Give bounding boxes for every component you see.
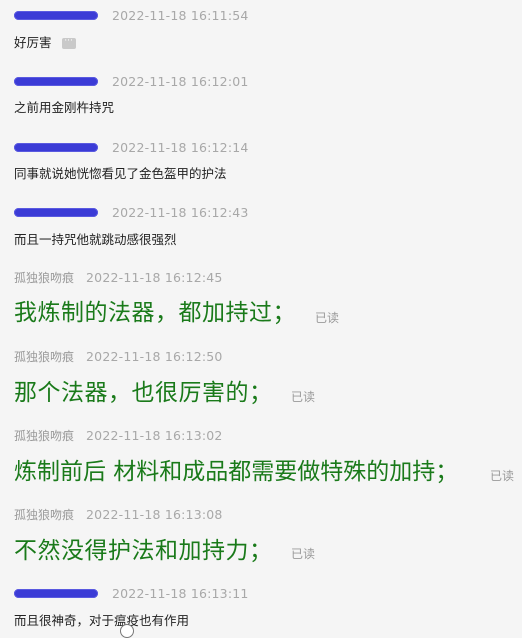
message-meta: 2022-11-18 16:12:14 [14, 139, 249, 155]
message-timestamp: 2022-11-18 16:12:01 [112, 73, 249, 89]
message-text[interactable]: 之前用金刚杵持咒 [14, 97, 114, 116]
read-status: 已读 [490, 469, 515, 483]
read-status: 已读 [291, 390, 316, 404]
message-timestamp: 2022-11-18 16:13:11 [112, 585, 249, 601]
redacted-sender [14, 207, 98, 217]
message-text[interactable]: 不然没得护法和加持力； [14, 531, 273, 565]
read-status: 已读 [291, 547, 316, 561]
message-text[interactable]: 而且一持咒他就跳动感很强烈 [14, 229, 177, 248]
message-timestamp: 2022-11-18 16:12:50 [86, 348, 223, 364]
message-text[interactable]: 同事就说她恍惚看见了金色盔甲的护法 [14, 163, 227, 182]
message-timestamp: 2022-11-18 16:11:54 [112, 7, 249, 23]
message-sender: 孤独狼吻痕 [14, 507, 75, 522]
cursor-ring-icon [120, 624, 134, 638]
message-timestamp: 2022-11-18 16:12:43 [112, 204, 249, 220]
message-sender: 孤独狼吻痕 [14, 349, 75, 364]
message-body: 好厉害 [14, 35, 52, 50]
message-meta: 2022-11-18 16:12:01 [14, 73, 249, 89]
message-timestamp: 2022-11-18 16:13:02 [86, 427, 223, 443]
message-sender: 孤独狼吻痕 [14, 270, 75, 285]
read-status: 已读 [315, 311, 340, 325]
message-text[interactable]: 我炼制的法器，都加持过； [14, 293, 296, 327]
message-meta: 2022-11-18 16:12:43 [14, 204, 249, 220]
message-meta: 孤独狼吻痕 2022-11-18 16:12:45 [14, 269, 223, 285]
message-meta: 孤独狼吻痕 2022-11-18 16:13:08 [14, 506, 223, 522]
message-text[interactable]: 炼制前后 材料和成品都需要做特殊的加持； [14, 452, 458, 486]
message-text[interactable]: 那个法器，也很厉害的； [14, 373, 273, 407]
message-text[interactable]: 而且很神奇，对于瘟疫也有作用 [14, 610, 189, 629]
redacted-sender [14, 76, 98, 86]
message-sender: 孤独狼吻痕 [14, 428, 75, 443]
more-options-icon[interactable]: ··· [61, 37, 76, 49]
redacted-sender [14, 142, 98, 152]
message-timestamp: 2022-11-18 16:12:45 [86, 269, 223, 285]
redacted-sender [14, 588, 98, 598]
redacted-sender [14, 10, 98, 20]
message-text[interactable]: 好厉害 ··· [14, 32, 76, 51]
message-meta: 2022-11-18 16:13:11 [14, 585, 249, 601]
message-meta: 孤独狼吻痕 2022-11-18 16:13:02 [14, 427, 223, 443]
message-timestamp: 2022-11-18 16:13:08 [86, 506, 223, 522]
message-meta: 孤独狼吻痕 2022-11-18 16:12:50 [14, 348, 223, 364]
message-meta: 2022-11-18 16:11:54 [14, 7, 249, 23]
message-timestamp: 2022-11-18 16:12:14 [112, 139, 249, 155]
